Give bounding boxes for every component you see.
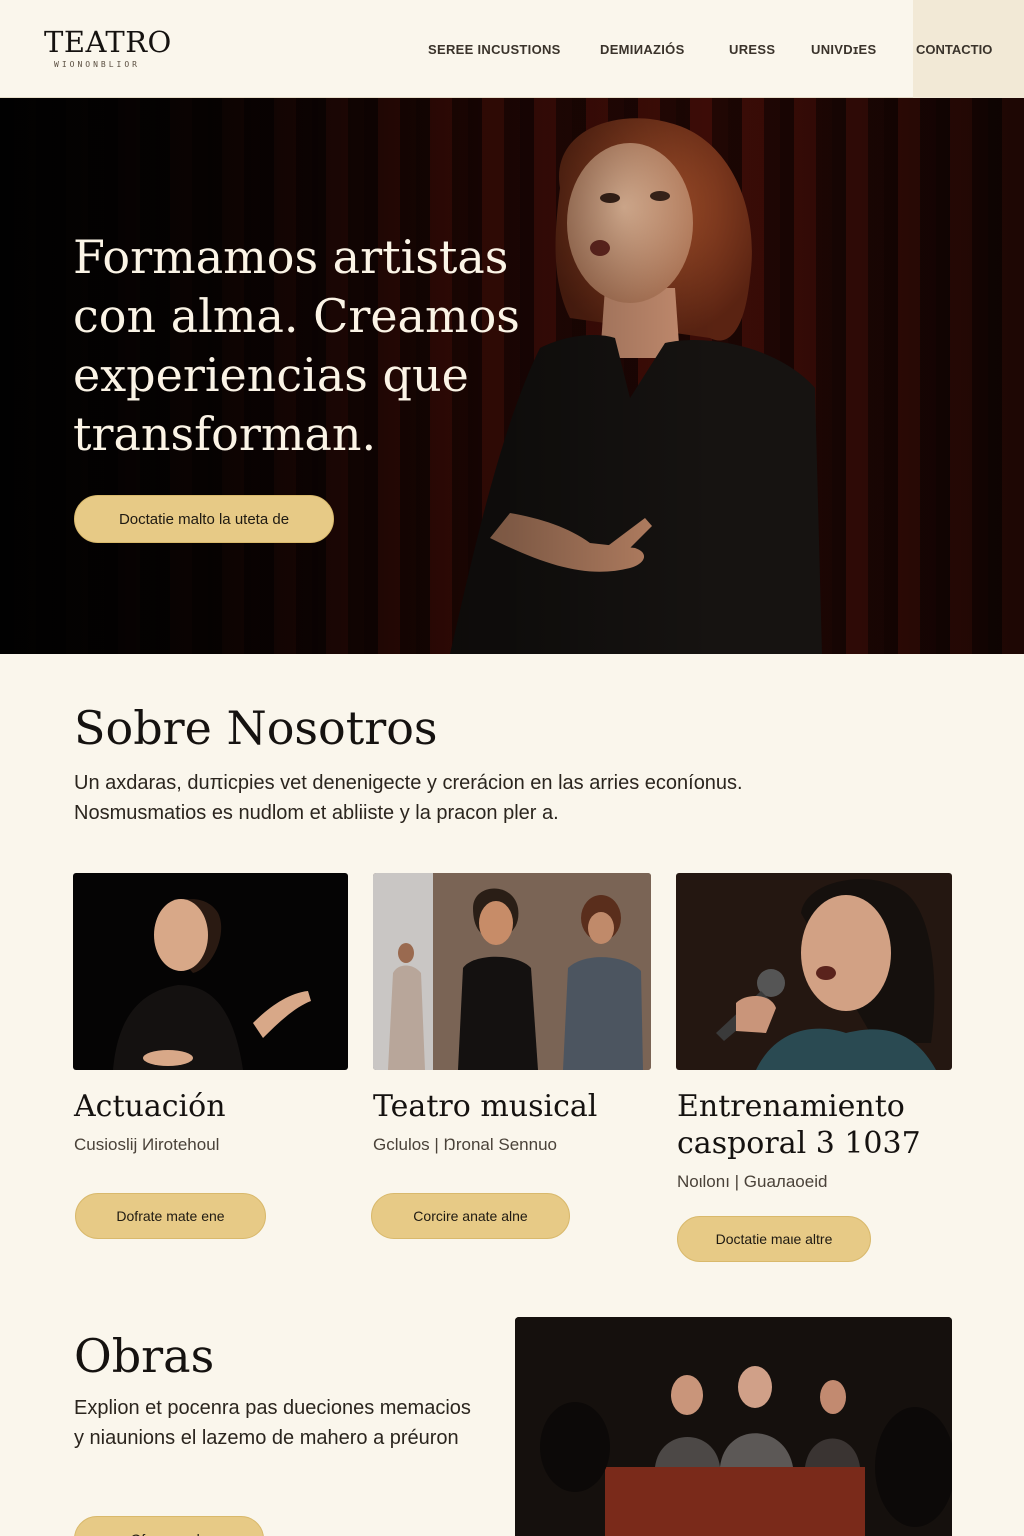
singer-with-microphone-photo <box>716 879 936 1070</box>
card-meta-entrenamiento: Noιlonı | Guaлaoeid <box>677 1172 828 1191</box>
card-image-teatro-musical[interactable] <box>373 873 651 1070</box>
card-button-actuacion[interactable]: Dofrate mate ene <box>75 1193 266 1239</box>
theatre-audience-image <box>515 1317 952 1536</box>
card-button-teatro-musical[interactable]: Corcire anate alne <box>371 1193 570 1239</box>
card-title-actuacion: Actuación <box>74 1089 226 1124</box>
card-meta-teatro-musical: Gclulos | Ŋronal Sennuo <box>373 1135 557 1154</box>
card-image-actuacion[interactable] <box>73 873 348 1070</box>
logo[interactable]: TEATRO WIONONBLIOR <box>44 26 172 69</box>
card-title-entrenamiento: Entrenamiento casporal 3 1037 <box>677 1089 921 1161</box>
hero-cta-button[interactable]: Doctatie malto la uteta de <box>74 495 334 543</box>
nav-item-seree-incustions[interactable]: SEREE INCUSTIONS <box>428 42 561 57</box>
nav-item-contact[interactable]: CONTACTIO <box>913 0 1024 98</box>
sobre-nosotros-text: Un axdaras, duπicpies vet denenigecte y … <box>74 772 743 824</box>
hero-title: Formamos artistas con alma. Creamos expe… <box>73 230 520 461</box>
logo-subtitle: WIONONBLIOR <box>54 60 140 69</box>
site-header: TEATRO WIONONBLIOR SEREE INCUSTIONS DEMI… <box>0 0 1024 98</box>
sobre-nosotros-title: Sobre Nosotros <box>74 701 438 755</box>
card-title-teatro-musical: Teatro musical <box>373 1089 598 1124</box>
obras-button[interactable]: Ofre arsuelo <box>74 1516 264 1536</box>
card-image-entrenamiento[interactable] <box>676 873 952 1070</box>
nav-item-demin[interactable]: DEMIИAZIÓS <box>600 42 685 57</box>
card-button-entrenamiento[interactable]: Doctatie maιe altre <box>677 1216 871 1262</box>
logo-title: TEATRO <box>44 25 172 59</box>
card-meta-actuacion: Cusioslij Иirotehoul <box>74 1135 220 1154</box>
nav-item-uress[interactable]: URESS <box>729 42 775 57</box>
hero-section: Formamos artistas con alma. Creamos expe… <box>0 98 1024 654</box>
musical-rehearsal-photo <box>373 873 651 1070</box>
actress-photo <box>113 899 311 1070</box>
audience-photo[interactable] <box>515 1317 952 1536</box>
nav-item-univdies[interactable]: UNIVDɪES <box>811 42 876 57</box>
obras-text: Explion et pocenra pas dueciones memacio… <box>74 1397 471 1449</box>
obras-title: Obras <box>74 1329 215 1383</box>
